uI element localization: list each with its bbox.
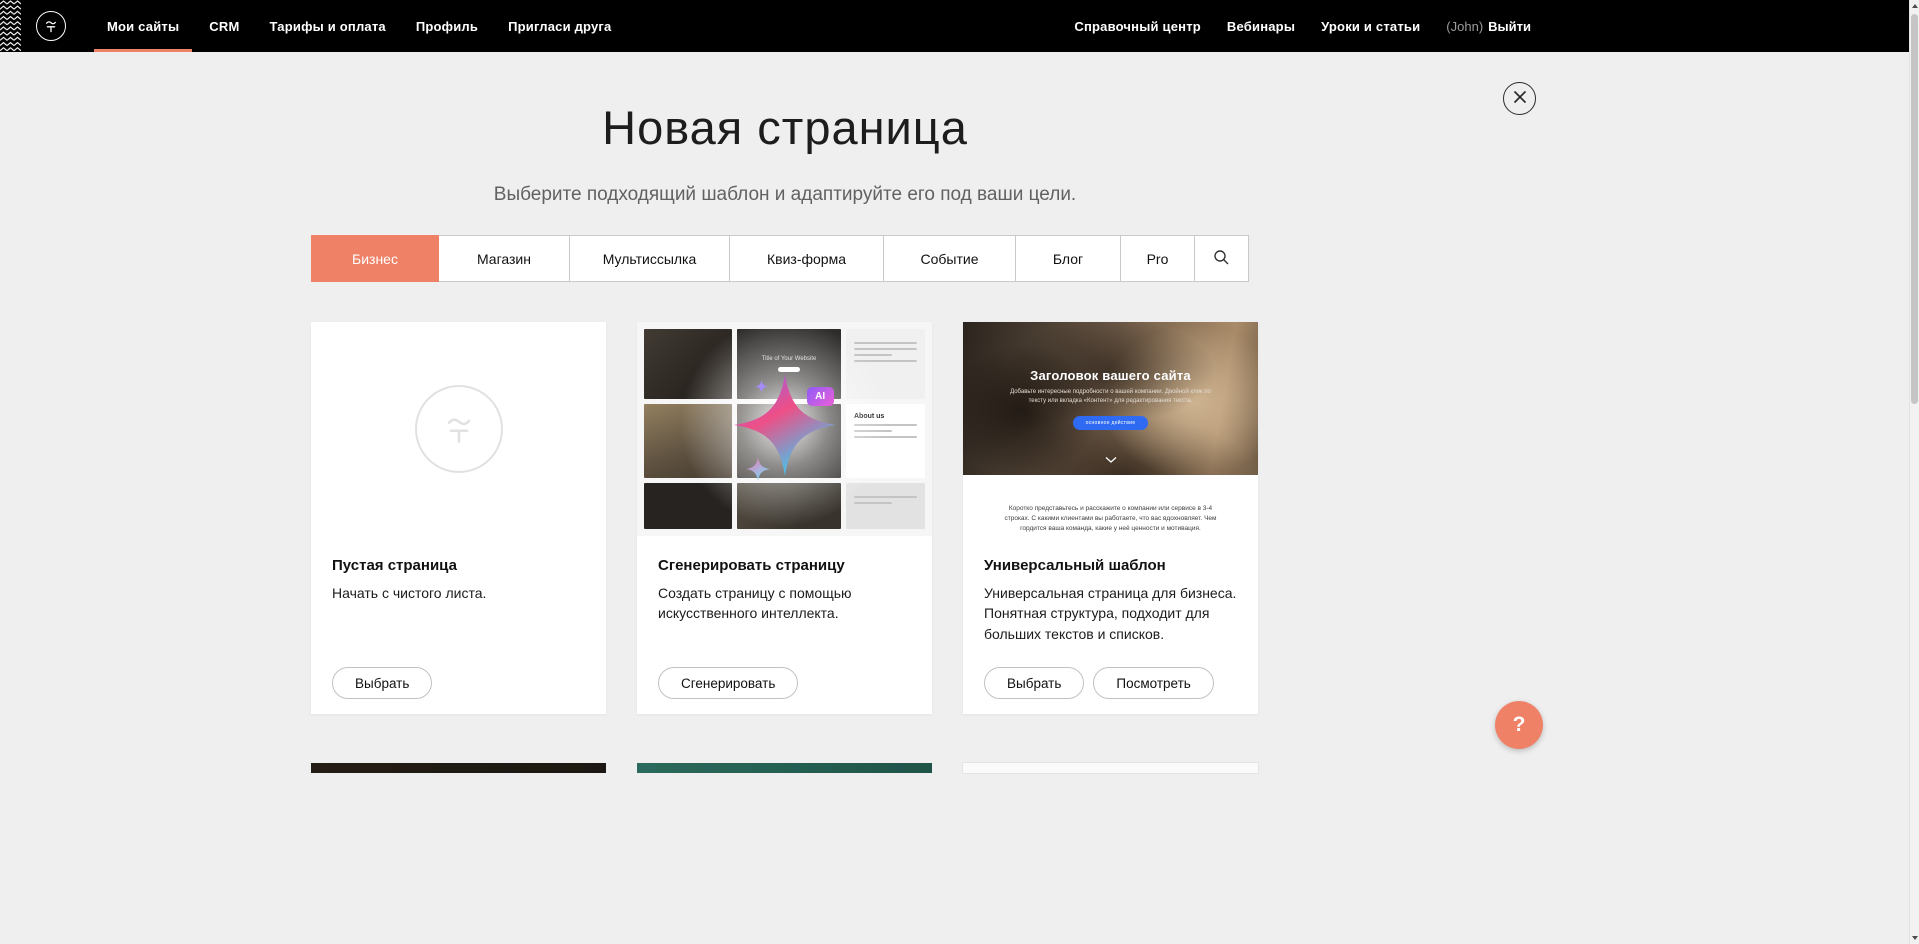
scrollbar-thumb[interactable] — [1911, 14, 1918, 404]
user-name: (John) — [1446, 19, 1483, 34]
tilda-app: Мои сайты CRM Тарифы и оплата Профиль Пр… — [0, 0, 1919, 944]
ai-sparkle-icon — [755, 380, 768, 393]
card-title: Универсальный шаблон — [984, 557, 1237, 574]
blank-preview — [311, 322, 606, 536]
scrollbar-up-arrow[interactable] — [1910, 0, 1919, 12]
tab-blog[interactable]: Блог — [1015, 235, 1121, 282]
ai-badge: AI — [807, 387, 834, 406]
tab-event[interactable]: Событие — [883, 235, 1016, 282]
ai-preview-collage: Title of Your Website About us — [637, 322, 932, 536]
scrollbar[interactable] — [1909, 0, 1919, 944]
template-grid: Пустая страница Начать с чистого листа. … — [311, 322, 1259, 714]
page-title: Новая страница — [0, 100, 1570, 155]
preview-cta-button: основное действие — [1073, 416, 1149, 430]
template-preview-strip[interactable] — [637, 763, 932, 773]
view-universal-button[interactable]: Посмотреть — [1093, 667, 1213, 699]
chevron-down-icon — [1104, 451, 1118, 469]
card-body: Пустая страница Начать с чистого листа. … — [311, 536, 606, 714]
tab-business[interactable]: Бизнес — [311, 235, 439, 282]
preview-subheading: Добавьте интересные подробности о вашей … — [1005, 388, 1217, 407]
generate-button[interactable]: Сгенерировать — [658, 667, 798, 699]
template-preview-strip[interactable] — [311, 763, 606, 773]
template-category-tabs: Бизнес Магазин Мультиссылка Квиз-форма С… — [311, 235, 1249, 282]
template-preview-strip[interactable] — [963, 763, 1258, 773]
preview-body-text: Коротко представьтесь и расскажите о ком… — [963, 475, 1258, 536]
preview-heading: Заголовок вашего сайта — [1030, 368, 1191, 383]
tab-multilink[interactable]: Мультиссылка — [569, 235, 730, 282]
new-page-dialog: Новая страница Выберите подходящий шабло… — [0, 52, 1570, 944]
nav-tariffs[interactable]: Тарифы и оплата — [254, 0, 400, 52]
universal-preview: Заголовок вашего сайта Добавьте интересн… — [963, 322, 1258, 536]
user-menu[interactable]: (John) Выйти — [1433, 19, 1531, 34]
card-actions: Выбрать Посмотреть — [984, 667, 1214, 699]
choose-blank-button[interactable]: Выбрать — [332, 667, 432, 699]
card-title: Сгенерировать страницу — [658, 557, 911, 574]
nav-lessons[interactable]: Уроки и статьи — [1308, 0, 1433, 52]
ai-sparkle-icon — [746, 457, 770, 481]
card-description: Создать страницу с помощью искусственног… — [658, 583, 911, 624]
template-card-ai-generate[interactable]: Title of Your Website About us — [637, 322, 932, 714]
next-row-previews — [311, 763, 1259, 773]
search-tab[interactable] — [1194, 235, 1249, 282]
template-card-blank[interactable]: Пустая страница Начать с чистого листа. … — [311, 322, 606, 714]
nav-help-center[interactable]: Справочный центр — [1061, 0, 1214, 52]
top-bar: Мои сайты CRM Тарифы и оплата Профиль Пр… — [0, 0, 1909, 52]
nav-invite-friend[interactable]: Пригласи друга — [493, 0, 626, 52]
card-title: Пустая страница — [332, 557, 585, 574]
search-icon — [1213, 249, 1230, 269]
card-body: Универсальный шаблон Универсальная стран… — [963, 536, 1258, 714]
tab-pro[interactable]: Pro — [1120, 235, 1195, 282]
choose-universal-button[interactable]: Выбрать — [984, 667, 1084, 699]
zigzag-decoration-icon — [0, 0, 24, 52]
nav-profile[interactable]: Профиль — [401, 0, 493, 52]
tilda-logo[interactable] — [36, 11, 66, 41]
tab-shop[interactable]: Магазин — [438, 235, 570, 282]
card-description: Универсальная страница для бизнеса. Поня… — [984, 583, 1237, 644]
page-subtitle: Выберите подходящий шаблон и адаптируйте… — [0, 184, 1570, 206]
tilda-watermark-icon — [415, 385, 503, 473]
nav-crm[interactable]: CRM — [194, 0, 254, 52]
nav-webinars[interactable]: Вебинары — [1214, 0, 1308, 52]
tab-quiz-form[interactable]: Квиз-форма — [729, 235, 884, 282]
secondary-nav: Справочный центр Вебинары Уроки и статьи… — [1061, 0, 1531, 52]
template-card-universal[interactable]: Заголовок вашего сайта Добавьте интересн… — [963, 322, 1258, 714]
logout-link[interactable]: Выйти — [1488, 19, 1531, 34]
nav-my-sites[interactable]: Мои сайты — [92, 0, 194, 52]
card-actions: Сгенерировать — [658, 667, 798, 699]
card-body: Сгенерировать страницу Создать страницу … — [637, 536, 932, 714]
help-button[interactable]: ? — [1495, 701, 1543, 749]
scrollbar-down-arrow[interactable] — [1910, 932, 1919, 944]
card-description: Начать с чистого листа. — [332, 583, 585, 603]
card-actions: Выбрать — [332, 667, 432, 699]
main-nav: Мои сайты CRM Тарифы и оплата Профиль Пр… — [92, 0, 626, 52]
preview-cover-photo: Заголовок вашего сайта Добавьте интересн… — [963, 322, 1258, 475]
